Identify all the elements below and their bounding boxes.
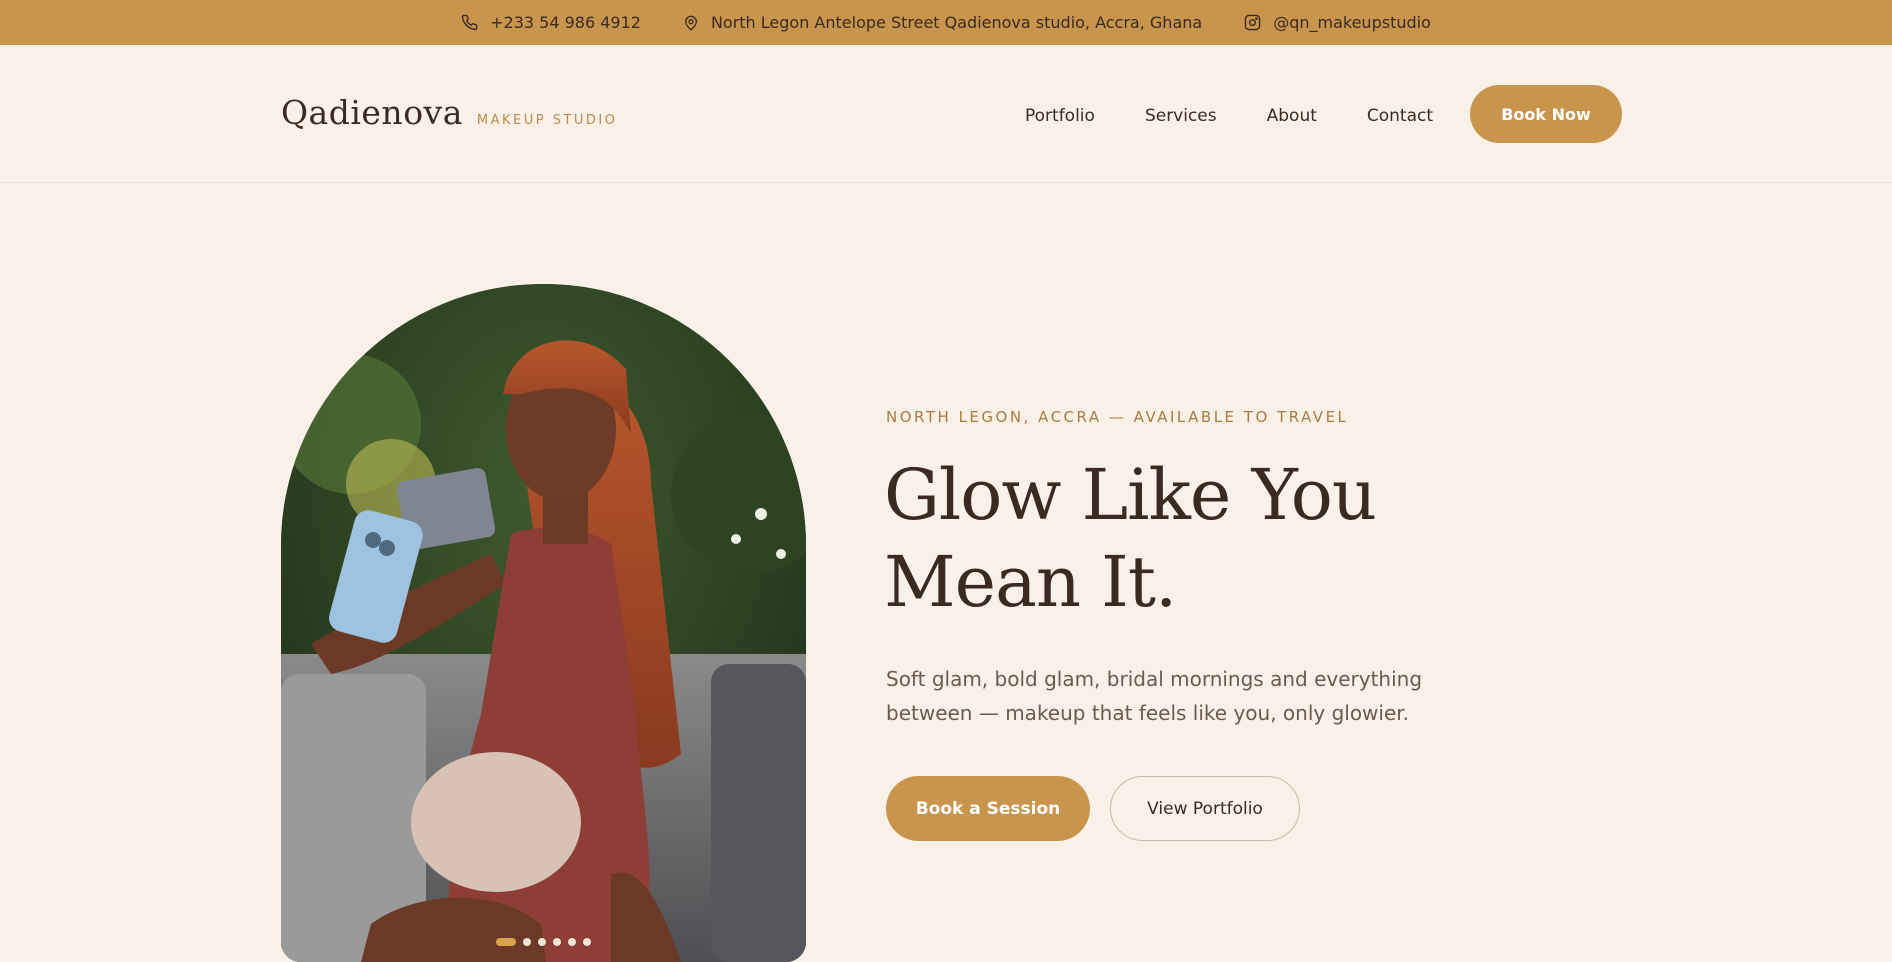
address-contact[interactable]: North Legon Antelope Street Qadienova st…: [683, 13, 1202, 32]
phone-contact[interactable]: +233 54 986 4912: [461, 13, 641, 32]
nav-contact[interactable]: Contact: [1367, 106, 1433, 126]
carousel-dots: [281, 938, 806, 946]
nav-about[interactable]: About: [1267, 106, 1317, 126]
phone-icon: [461, 14, 478, 31]
location-pin-icon: [684, 15, 697, 30]
studio-address: North Legon Antelope Street Qadienova st…: [710, 13, 1203, 32]
view-portfolio-button[interactable]: View Portfolio: [1110, 776, 1300, 841]
contact-bar: +233 54 986 4912 North Legon Antelope St…: [0, 0, 1892, 45]
instagram-handle: @qn_makeupstudio: [1273, 13, 1431, 32]
logo-name: Qadienova: [281, 93, 463, 132]
site-header: Qadienova MAKEUP STUDIO Portfolio Servic…: [0, 45, 1892, 183]
carousel-dot-1[interactable]: [496, 938, 516, 946]
book-session-button[interactable]: Book a Session: [886, 776, 1090, 841]
logo[interactable]: Qadienova MAKEUP STUDIO: [281, 93, 618, 132]
hero-description: Soft glam, bold glam, bridal mornings an…: [886, 667, 1423, 725]
logo-subtitle: MAKEUP STUDIO: [476, 113, 618, 128]
hero-headline-line-1: Glow Like You: [884, 454, 1377, 536]
hero-eyebrow: NORTH LEGON, ACCRA — AVAILABLE TO TRAVEL: [886, 408, 1349, 426]
hero-headline: Glow Like You Mean It.: [884, 452, 1444, 626]
carousel-dot-3[interactable]: [538, 938, 546, 946]
nav-portfolio[interactable]: Portfolio: [1025, 106, 1095, 126]
carousel-dot-2[interactable]: [523, 938, 531, 946]
nav-services[interactable]: Services: [1145, 106, 1217, 126]
hero-headline-line-2: Mean It.: [884, 541, 1177, 623]
hero-photo-illustration: [281, 284, 806, 962]
instagram-icon: [1244, 14, 1261, 31]
instagram-contact[interactable]: @qn_makeupstudio: [1244, 13, 1431, 32]
hero-photo: [281, 284, 806, 962]
carousel-dot-5[interactable]: [568, 938, 576, 946]
carousel-dot-6[interactable]: [583, 938, 591, 946]
phone-number: +233 54 986 4912: [490, 13, 641, 32]
main-nav: Portfolio Services About Contact: [1025, 106, 1433, 126]
book-now-button[interactable]: Book Now: [1470, 85, 1622, 143]
carousel-dot-4[interactable]: [553, 938, 561, 946]
